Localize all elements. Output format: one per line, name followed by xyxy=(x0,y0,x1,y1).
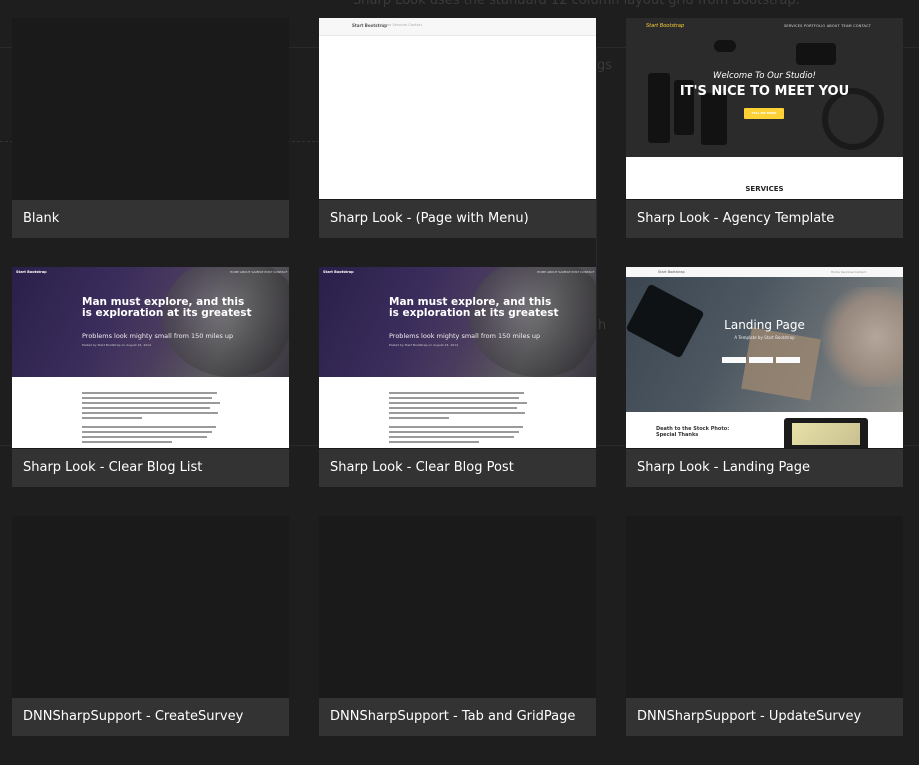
template-tile-landing-page[interactable]: Start Bootstrap Home Services Contact La… xyxy=(626,267,903,487)
preview-title: Man must explore, and this is exploratio… xyxy=(82,296,252,319)
preview-brand: Start Bootstrap xyxy=(16,270,47,274)
preview-welcome: Welcome To Our Studio! xyxy=(713,71,816,81)
background-fragment: h xyxy=(598,318,607,333)
preview-title: Man must explore, and this is exploratio… xyxy=(389,296,559,319)
preview-body xyxy=(319,377,596,448)
template-thumbnail: Start Bootstrap SERVICES PORTFOLIO ABOUT… xyxy=(626,18,903,199)
preview-section: Death to the Stock Photo: Special Thanks xyxy=(626,412,903,448)
preview-subheadline: A Template by Start Bootstrap xyxy=(734,335,795,340)
template-tile-tab-and-gridpage[interactable]: DNNSharpSupport - Tab and GridPage xyxy=(319,516,596,736)
preview-nav: Home Services Contact xyxy=(831,270,867,274)
template-tile-create-survey[interactable]: DNNSharpSupport - CreateSurvey xyxy=(12,516,289,736)
preview-section-text: Death to the Stock Photo: Special Thanks xyxy=(656,426,730,438)
preview-hero: Start Bootstrap SERVICES PORTFOLIO ABOUT… xyxy=(626,18,903,157)
preview-hero: Start Bootstrap HOME ABOUT SAMPLE POST C… xyxy=(12,267,289,377)
template-caption: DNNSharpSupport - CreateSurvey xyxy=(12,698,289,736)
preview-nav: HOME ABOUT SAMPLE POST CONTACT xyxy=(230,270,288,274)
template-tile-clear-blog-list[interactable]: Start Bootstrap HOME ABOUT SAMPLE POST C… xyxy=(12,267,289,487)
preview-nav: Home Services Contact xyxy=(381,23,422,27)
template-tile-agency[interactable]: Start Bootstrap SERVICES PORTFOLIO ABOUT… xyxy=(626,18,903,238)
background-fragment: gs xyxy=(597,58,613,73)
preview-section-title: SERVICES xyxy=(745,185,784,193)
template-thumbnail: Start Bootstrap Home Services Contact La… xyxy=(626,267,903,448)
template-caption: Sharp Look - Clear Blog List xyxy=(12,449,289,487)
template-thumbnail xyxy=(626,516,903,697)
template-caption: Sharp Look - Clear Blog Post xyxy=(319,449,596,487)
template-caption: DNNSharpSupport - Tab and GridPage xyxy=(319,698,596,736)
preview-subtitle: Problems look mighty small from 150 mile… xyxy=(82,332,234,340)
template-tile-page-with-menu[interactable]: Start Bootstrap Home Services Contact Sh… xyxy=(319,18,596,238)
template-tile-blank[interactable]: Blank xyxy=(12,18,289,238)
template-caption: Sharp Look - Landing Page xyxy=(626,449,903,487)
preview-nav: SERVICES PORTFOLIO ABOUT TEAM CONTACT xyxy=(784,24,872,28)
template-tile-clear-blog-post[interactable]: Start Bootstrap HOME ABOUT SAMPLE POST C… xyxy=(319,267,596,487)
preview-subtitle: Problems look mighty small from 150 mile… xyxy=(389,332,541,340)
template-tile-update-survey[interactable]: DNNSharpSupport - UpdateSurvey xyxy=(626,516,903,736)
preview-logo: Start Bootstrap xyxy=(646,23,685,29)
template-caption: Blank xyxy=(12,200,289,238)
template-thumbnail: Start Bootstrap HOME ABOUT SAMPLE POST C… xyxy=(319,267,596,448)
background-intro-text: Sharp Look uses the standard 12 column l… xyxy=(353,0,800,8)
template-caption: Sharp Look - Agency Template xyxy=(626,200,903,238)
template-thumbnail xyxy=(12,18,289,199)
preview-buttons xyxy=(722,348,803,367)
preview-hero: Start Bootstrap HOME ABOUT SAMPLE POST C… xyxy=(319,267,596,377)
template-thumbnail xyxy=(12,516,289,697)
preview-section: SERVICES xyxy=(626,157,903,199)
preview-meta: Posted by Start Bootstrap on August 24, … xyxy=(389,343,458,347)
background-divider xyxy=(596,47,597,447)
preview-button: TELL ME MORE xyxy=(744,108,784,119)
preview-headline: IT'S NICE TO MEET YOU xyxy=(679,84,850,99)
template-thumbnail: Start Bootstrap HOME ABOUT SAMPLE POST C… xyxy=(12,267,289,448)
tablet-image xyxy=(784,418,868,448)
preview-headline: Landing Page xyxy=(724,318,805,332)
template-caption: DNNSharpSupport - UpdateSurvey xyxy=(626,698,903,736)
preview-body xyxy=(12,377,289,448)
template-thumbnail xyxy=(319,516,596,697)
preview-nav: HOME ABOUT SAMPLE POST CONTACT xyxy=(537,270,595,274)
preview-brand: Start Bootstrap xyxy=(323,270,354,274)
preview-brand: Start Bootstrap xyxy=(658,270,685,274)
template-caption: Sharp Look - (Page with Menu) xyxy=(319,200,596,238)
preview-meta: Posted by Start Bootstrap on August 24, … xyxy=(82,343,151,347)
template-thumbnail: Start Bootstrap Home Services Contact xyxy=(319,18,596,199)
preview-hero: Landing Page A Template by Start Bootstr… xyxy=(626,277,903,412)
